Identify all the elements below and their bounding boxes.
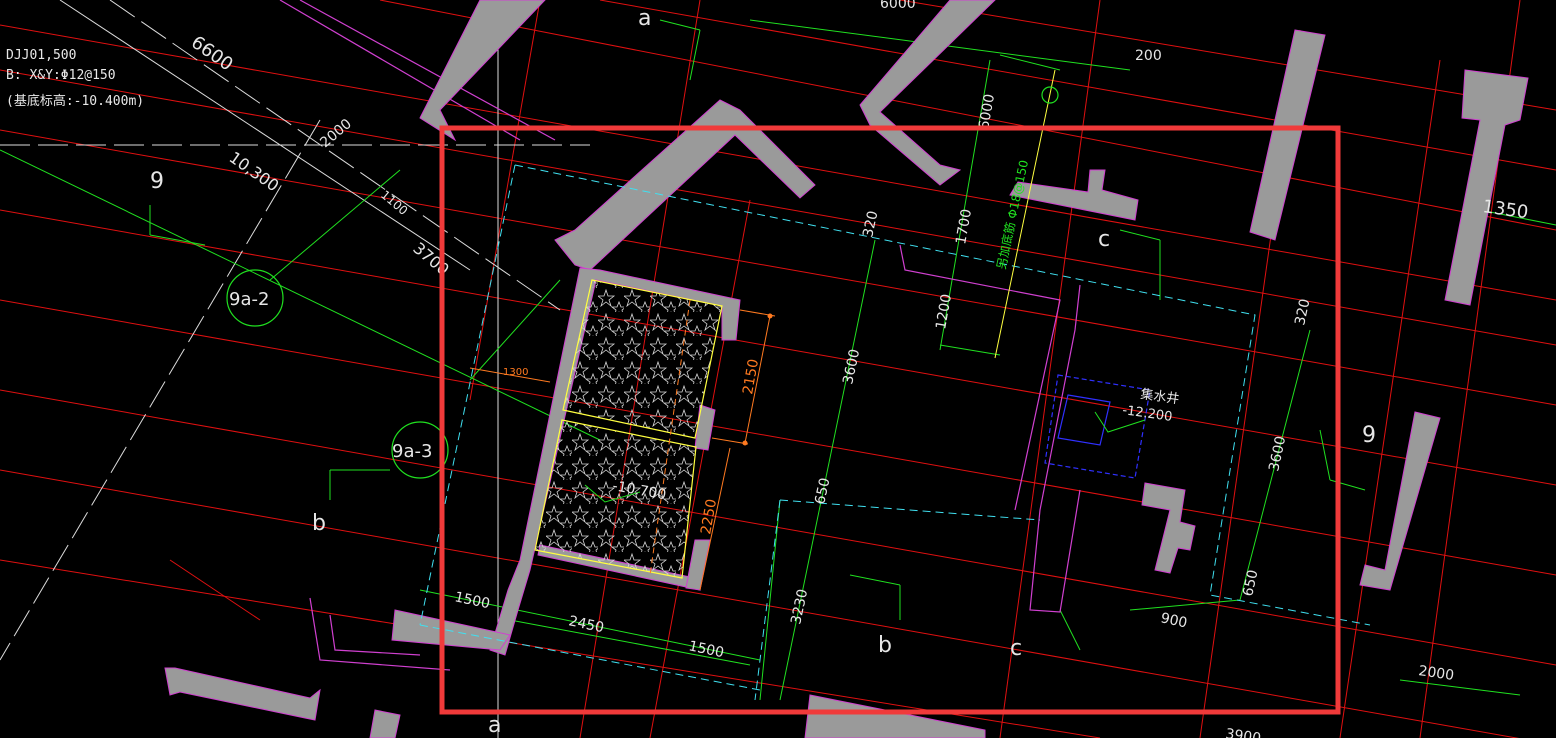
sump-pit	[1044, 374, 1151, 479]
axis-9-left: 9	[150, 169, 164, 194]
dim-2250: 2250	[698, 498, 720, 536]
grid-lines	[0, 0, 1556, 738]
sump-label: 集水井	[1139, 386, 1180, 407]
dim-3600-right: 3600	[1266, 435, 1289, 473]
axis-b-mid: b	[878, 633, 892, 658]
axis-label-group: a a b b c c 9 9	[150, 6, 1376, 738]
dim-1200: 1200	[933, 293, 955, 331]
dim-320-top: 320	[860, 209, 881, 238]
bubble-label-9a-3: 9a-3	[392, 441, 432, 462]
note-line-2: B: X&Y:Φ12@150	[6, 68, 116, 83]
note-line-3: (基底标高:-10.400m)	[6, 94, 145, 109]
dim-1700: 1700	[953, 208, 975, 246]
pit-hatch	[534, 279, 723, 579]
axis-9-right: 9	[1362, 423, 1376, 448]
dim-1300: 1300	[503, 367, 528, 378]
dim-1100: 1100	[378, 188, 410, 218]
axis-a-bottom: a	[488, 713, 501, 738]
dim-1500-bottom: 1500	[687, 638, 725, 661]
dim-3900: 3900	[1224, 726, 1262, 738]
bubble-label-9a-2: 9a-2	[229, 289, 269, 310]
dim-3230: 3230	[788, 588, 811, 626]
dim-2150: 2150	[740, 358, 762, 396]
dim-6000-vertical: 6000	[976, 93, 998, 131]
axis-b-left: b	[312, 511, 326, 536]
note-line-1: DJJ01,500	[6, 48, 77, 63]
cad-drawing-canvas[interactable]: a a b b c c 9 9 9a-2 9a-3 6600 6000 200 …	[0, 0, 1556, 738]
dim-1350: 1350	[1481, 196, 1529, 223]
axis-c-upper: c	[1098, 227, 1110, 252]
dim-2000-right: 2000	[1417, 663, 1455, 684]
dim-900: 900	[1159, 610, 1188, 631]
dim-200: 200	[1135, 48, 1162, 64]
dim-6000-top: 6000	[880, 0, 916, 12]
sump-elevation: -12.200	[1121, 403, 1173, 425]
dim-1500-left: 1500	[453, 589, 491, 612]
rebar-note: 另加底筋 Φ18@150	[993, 159, 1031, 271]
dim-650-right: 650	[1240, 568, 1261, 597]
dim-320-right: 320	[1292, 297, 1313, 326]
dim-2000-left: 2000	[317, 116, 355, 151]
axis-a-top: a	[638, 6, 651, 31]
dim-6600: 6600	[187, 32, 237, 75]
axis-c-lower: c	[1010, 636, 1022, 661]
dim-650-left: 650	[812, 476, 833, 505]
dim-3600-left: 3600	[840, 348, 863, 386]
